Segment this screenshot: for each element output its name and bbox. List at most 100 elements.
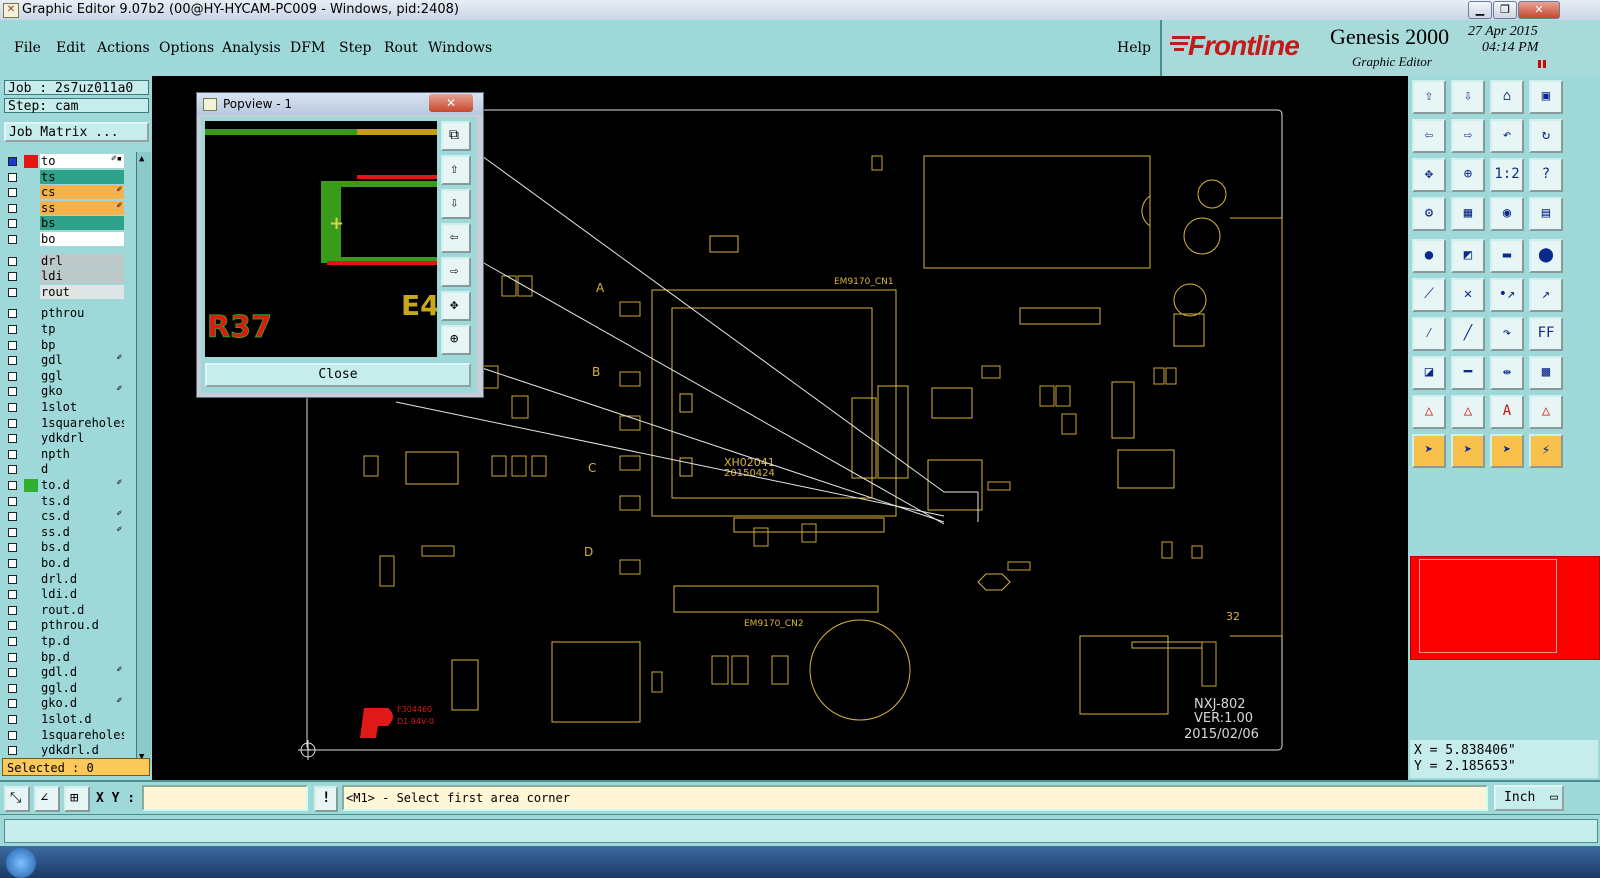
- layer-name[interactable]: 1squareholes: [40, 415, 124, 430]
- layer-row[interactable]: ydkdrl.d: [4, 743, 136, 758]
- popview-zoom-out-button[interactable]: ⊕: [441, 325, 471, 355]
- layer-affected-toggle[interactable]: [24, 635, 38, 648]
- layer-name[interactable]: pthrou.d: [40, 618, 124, 633]
- layer-affected-toggle[interactable]: [24, 385, 38, 399]
- overview-viewport[interactable]: [1419, 559, 1557, 653]
- layer-row[interactable]: drl.d: [4, 571, 136, 587]
- layer-checkbox[interactable]: [8, 371, 17, 381]
- layer-checkbox[interactable]: [8, 730, 17, 740]
- layer-name[interactable]: ss: [40, 200, 124, 215]
- layer-affected-toggle[interactable]: [24, 170, 38, 184]
- layer-checkbox[interactable]: [8, 188, 17, 198]
- tool-button-pad[interactable]: ●: [1412, 239, 1446, 273]
- layer-affected-toggle[interactable]: [24, 588, 38, 602]
- overview-map[interactable]: [1410, 556, 1600, 660]
- layer-row[interactable]: tp.d: [4, 634, 136, 649]
- tool-button-redraw[interactable]: ↻: [1529, 119, 1563, 153]
- layer-name[interactable]: 1slot.d: [40, 712, 124, 726]
- layer-checkbox[interactable]: [8, 403, 17, 412]
- layer-affected-toggle[interactable]: [24, 201, 38, 215]
- tool-button-help[interactable]: ?: [1529, 158, 1563, 192]
- layer-affected-toggle[interactable]: [24, 713, 38, 726]
- tool-button-measure[interactable]: ⚙: [1412, 197, 1446, 231]
- layer-row[interactable]: 1slot.d: [4, 712, 136, 727]
- tool-button-net[interactable]: ◪: [1412, 356, 1446, 390]
- tool-button-tri-b[interactable]: △: [1451, 395, 1485, 429]
- layer-affected-toggle[interactable]: [24, 525, 38, 539]
- layer-name[interactable]: bp: [40, 337, 124, 352]
- layer-row[interactable]: bp.d: [4, 649, 136, 665]
- layer-name[interactable]: bo: [40, 232, 124, 246]
- layer-name[interactable]: gko: [40, 384, 124, 399]
- tool-button-window[interactable]: ▣: [1529, 80, 1563, 114]
- maximize-button[interactable]: ❐: [1493, 1, 1517, 19]
- menu-step[interactable]: Step: [339, 40, 371, 56]
- start-icon[interactable]: [6, 848, 36, 878]
- popview-zoom-in-button[interactable]: ✥: [441, 291, 471, 321]
- job-matrix-button[interactable]: Job Matrix ...: [4, 122, 149, 142]
- layer-affected-toggle[interactable]: [24, 307, 38, 321]
- tool-button-line-diag[interactable]: ╱: [1451, 317, 1485, 351]
- layer-checkbox[interactable]: [8, 172, 17, 182]
- layer-name[interactable]: rout.d: [40, 602, 124, 617]
- layer-checkbox[interactable]: [8, 652, 17, 662]
- menu-rout[interactable]: Rout: [384, 40, 418, 56]
- layer-row[interactable]: npth: [4, 446, 136, 462]
- layer-row[interactable]: 1squareholes: [4, 415, 136, 431]
- layer-name[interactable]: cs.d: [40, 509, 124, 524]
- layer-name[interactable]: 1squareholes: [40, 727, 124, 742]
- layer-name[interactable]: 1slot: [40, 400, 124, 414]
- tool-button-stretch[interactable]: ⇹: [1490, 356, 1524, 390]
- layer-checkbox[interactable]: [8, 235, 17, 244]
- layer-checkbox[interactable]: [8, 559, 17, 568]
- layer-affected-toggle[interactable]: [24, 155, 38, 168]
- tool-button-layers[interactable]: ▤: [1529, 197, 1563, 231]
- layer-checkbox[interactable]: [8, 637, 17, 646]
- layer-checkbox[interactable]: [8, 543, 17, 553]
- popview-down-button[interactable]: ⇩: [441, 189, 471, 219]
- tool-button-move-down[interactable]: ⇩: [1451, 80, 1485, 114]
- layer-checkbox[interactable]: [8, 465, 17, 475]
- menu-windows[interactable]: Windows: [428, 40, 492, 56]
- layer-affected-toggle[interactable]: [24, 650, 38, 664]
- layer-affected-toggle[interactable]: [24, 254, 38, 268]
- layer-affected-toggle[interactable]: [24, 416, 38, 430]
- layer-name[interactable]: bs: [40, 216, 124, 231]
- tool-button-feature-select[interactable]: ◩: [1451, 239, 1485, 273]
- layer-affected-toggle[interactable]: [24, 494, 38, 508]
- layer-row[interactable]: ss ✐: [4, 200, 136, 216]
- layer-name[interactable]: rout: [40, 284, 124, 299]
- layer-name[interactable]: ydkdrl.d: [40, 743, 124, 758]
- layer-name[interactable]: bo.d: [40, 556, 124, 570]
- menu-options[interactable]: Options: [159, 40, 214, 56]
- layer-checkbox[interactable]: [8, 157, 17, 166]
- layer-row[interactable]: rout: [4, 284, 136, 300]
- layer-name[interactable]: drl.d: [40, 571, 124, 586]
- layer-affected-toggle[interactable]: [24, 681, 38, 695]
- layer-checkbox[interactable]: [8, 418, 17, 428]
- layer-checkbox[interactable]: [8, 340, 17, 350]
- layer-checkbox[interactable]: [8, 387, 17, 397]
- grid-button[interactable]: ⊞: [64, 786, 90, 812]
- menu-dfm[interactable]: DFM: [290, 40, 325, 56]
- layer-row[interactable]: ydkdrl: [4, 431, 136, 446]
- layer-name[interactable]: ss.d: [40, 524, 124, 539]
- scroll-up-icon[interactable]: ▲: [139, 154, 144, 164]
- layer-scrollbar[interactable]: ▲ ▼: [136, 152, 151, 764]
- layer-row[interactable]: bo.d: [4, 556, 136, 571]
- tool-button-zoom-area[interactable]: ⊕: [1451, 158, 1485, 192]
- tool-button-scale-1-2[interactable]: 1:2: [1490, 158, 1524, 192]
- tool-button-point[interactable]: •↗: [1490, 278, 1524, 312]
- layer-affected-toggle[interactable]: [24, 572, 38, 586]
- layer-row[interactable]: gko.d ✐: [4, 696, 136, 711]
- tool-button-text-ff[interactable]: FF: [1529, 317, 1563, 351]
- layer-affected-toggle[interactable]: [24, 323, 38, 336]
- layer-affected-toggle[interactable]: [24, 510, 38, 524]
- layer-row[interactable]: cs ✐: [4, 185, 136, 200]
- layer-checkbox[interactable]: [8, 219, 17, 229]
- layer-checkbox[interactable]: [8, 287, 17, 297]
- layer-row[interactable]: gko ✐: [4, 384, 136, 399]
- tool-button-tri-d[interactable]: △: [1529, 395, 1563, 429]
- layer-affected-toggle[interactable]: [24, 619, 38, 633]
- layer-affected-toggle[interactable]: [24, 666, 38, 680]
